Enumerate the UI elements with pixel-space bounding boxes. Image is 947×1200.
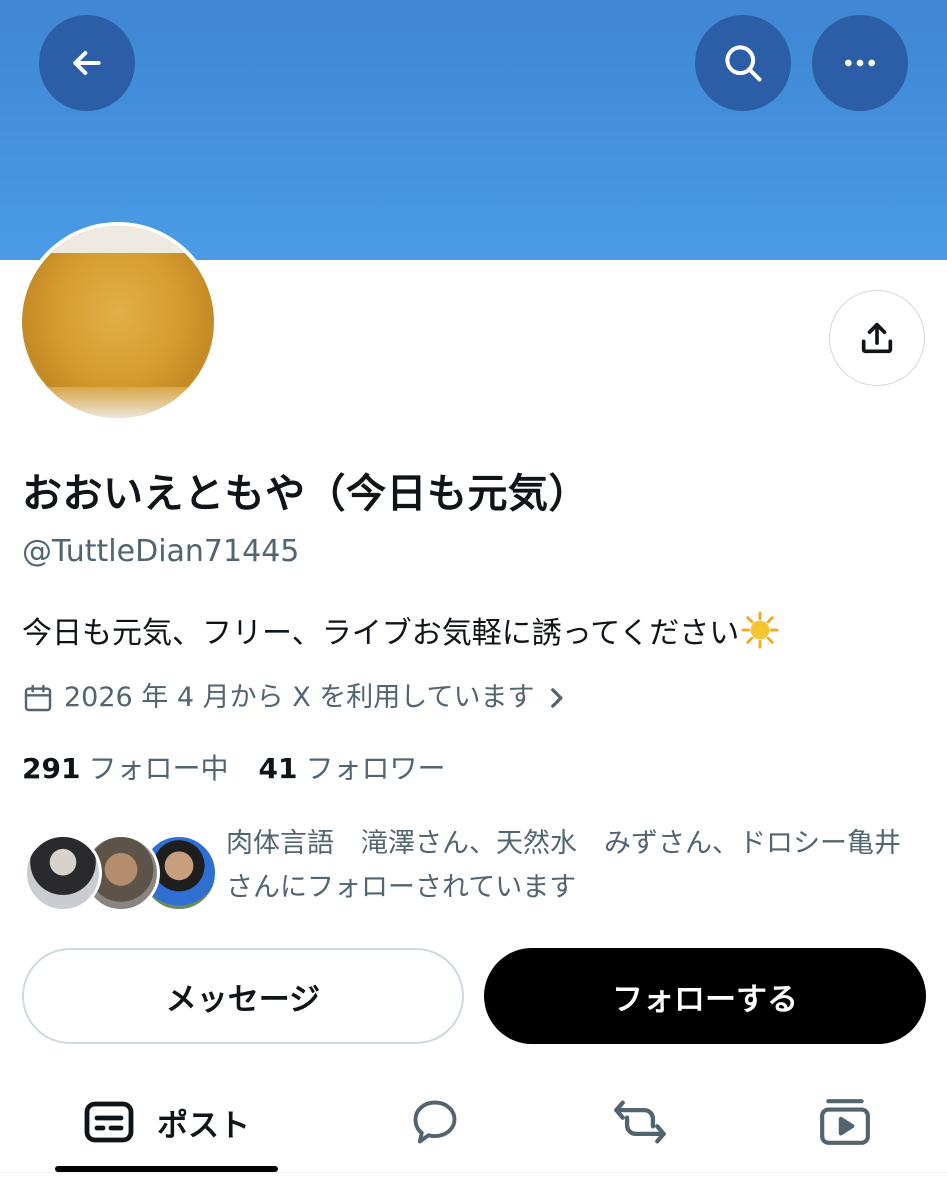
follow-button[interactable]: フォローする	[484, 948, 926, 1044]
message-button[interactable]: メッセージ	[22, 948, 464, 1044]
follow-stats: 291 フォロー中 41 フォロワー	[22, 748, 445, 790]
following-label: フォロー中	[88, 752, 229, 785]
joined-text: 2026 年 4 月から X を利用しています	[64, 682, 535, 713]
follower-avatar	[24, 834, 102, 912]
media-icon	[820, 1099, 870, 1145]
followed-by-text: 肉体言語 滝澤さん、天然水 みずさん、ドロシー亀井さんにフォローされています	[226, 828, 901, 903]
share-icon	[861, 322, 893, 354]
user-handle: @TuttleDian71445	[22, 534, 300, 569]
sun-emoji	[741, 611, 779, 649]
chevron-right-icon	[550, 688, 562, 708]
tab-reposts[interactable]	[590, 1080, 690, 1164]
tab-posts-label: ポスト	[157, 1107, 250, 1144]
search-icon	[725, 45, 762, 82]
arrow-left-icon	[73, 51, 101, 75]
reposts-icon	[614, 1100, 666, 1144]
more-horizontal-icon	[845, 59, 875, 67]
search-button[interactable]	[695, 15, 791, 111]
tab-posts[interactable]: ポスト	[55, 1080, 278, 1164]
joined-date[interactable]: 2026 年 4 月から X を利用しています	[22, 678, 567, 718]
profile-tabs: ポスト	[0, 1080, 947, 1200]
more-button[interactable]	[812, 15, 908, 111]
profile-bio: 今日も元気、フリー、ライブお気軽に誘ってください	[22, 610, 779, 658]
avatar-image	[22, 226, 214, 418]
profile-avatar[interactable]	[18, 222, 218, 422]
following-count: 291	[22, 752, 81, 785]
followers-link[interactable]: 41 フォロワー	[258, 752, 445, 785]
tabs-divider	[0, 1172, 947, 1173]
following-link[interactable]: 291 フォロー中	[22, 752, 228, 785]
replies-icon	[413, 1100, 457, 1144]
posts-icon	[84, 1101, 134, 1143]
followed-by-context[interactable]: 肉体言語 滝澤さん、天然水 みずさん、ドロシー亀井さんにフォローされています	[24, 828, 924, 920]
tab-replies[interactable]	[385, 1080, 485, 1164]
display-name: おおいえともや（今日も元気）	[22, 471, 589, 517]
profile-banner[interactable]	[0, 0, 947, 260]
followers-count: 41	[258, 752, 298, 785]
back-button[interactable]	[39, 15, 135, 111]
calendar-icon	[24, 684, 52, 712]
tab-media[interactable]	[795, 1080, 895, 1164]
share-button[interactable]	[829, 290, 925, 386]
followers-label: フォロワー	[305, 752, 446, 785]
bio-text: 今日も元気、フリー、ライブお気軽に誘ってください	[22, 616, 740, 651]
